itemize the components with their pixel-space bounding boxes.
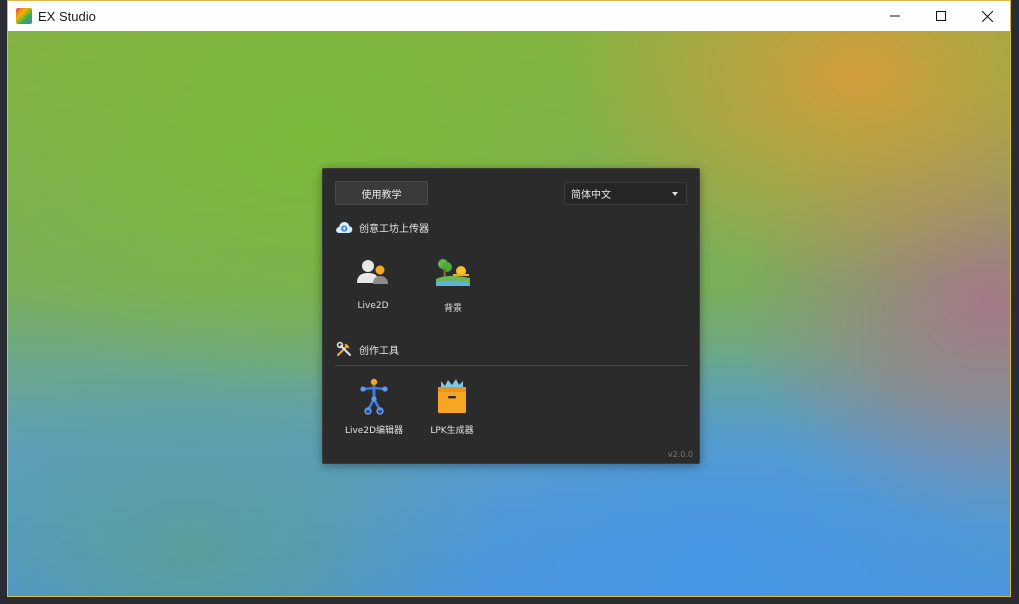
landscape-icon	[433, 255, 473, 295]
app-window: EX Studio 使用教学 简体中文 创意工坊上传器 Live2D 背景 创作…	[7, 0, 1011, 597]
tool-label: Live2D编辑器	[344, 426, 404, 436]
close-button[interactable]	[964, 1, 1010, 31]
tool-label: LPK生成器	[430, 426, 474, 436]
tutorial-button[interactable]: 使用教学	[335, 181, 428, 205]
launcher-panel: 使用教学 简体中文 创意工坊上传器 Live2D 背景 创作工具 Live2D编…	[322, 168, 700, 464]
gradient-background: 使用教学 简体中文 创意工坊上传器 Live2D 背景 创作工具 Live2D编…	[8, 31, 1010, 596]
cloud-upload-icon	[335, 219, 353, 235]
maximize-icon	[936, 11, 946, 21]
app-logo-icon	[16, 8, 32, 24]
minimize-icon	[890, 15, 900, 17]
tools-icon	[335, 341, 353, 357]
window-controls	[872, 1, 1010, 31]
close-icon	[981, 10, 993, 22]
rig-figure-icon	[354, 377, 394, 417]
tool-lpk-generator[interactable]: LPK生成器	[416, 377, 488, 436]
minimize-button[interactable]	[872, 1, 918, 31]
section-header-tools: 创作工具	[335, 341, 399, 357]
package-box-icon	[432, 377, 472, 417]
tool-background-uploader[interactable]: 背景	[417, 255, 489, 314]
section-title: 创作工具	[359, 345, 399, 357]
maximize-button[interactable]	[918, 1, 964, 31]
version-label: v2.0.0	[667, 450, 693, 459]
tool-live2d-editor[interactable]: Live2D编辑器	[338, 377, 410, 436]
section-title: 创意工坊上传器	[359, 223, 429, 235]
users-icon	[353, 255, 393, 295]
tool-label: 背景	[443, 304, 462, 314]
chevron-down-icon	[672, 192, 678, 196]
language-select[interactable]: 简体中文	[564, 182, 687, 205]
tool-label: Live2D	[357, 301, 389, 311]
section-divider	[335, 365, 687, 366]
language-selected-value: 简体中文	[571, 190, 611, 201]
title-bar[interactable]: EX Studio	[8, 1, 1010, 31]
tool-live2d-uploader[interactable]: Live2D	[337, 255, 409, 311]
window-title: EX Studio	[38, 8, 96, 24]
section-header-uploader: 创意工坊上传器	[335, 219, 429, 235]
